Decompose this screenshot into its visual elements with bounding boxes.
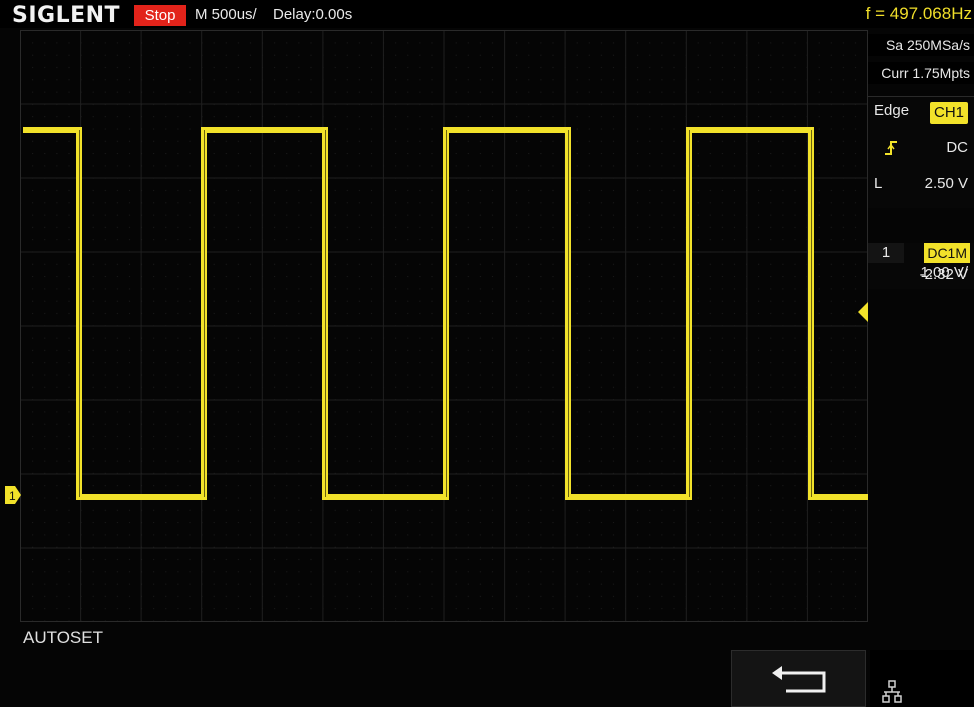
- brand-logo: SIGLENT: [12, 3, 121, 28]
- channel1-offset-row: -2.32 V: [868, 266, 974, 308]
- sample-rate-readout: Sa 250MSa/s: [868, 34, 974, 56]
- status-bar: SIGLENT Stop M 500us/ Delay:0.00s f = 49…: [0, 0, 974, 28]
- status-message: AUTOSET: [23, 628, 103, 647]
- trigger-level-label: L: [874, 175, 883, 192]
- network-status: [870, 650, 974, 707]
- trigger-level-marker-icon[interactable]: [858, 302, 868, 322]
- waveform-display: [20, 30, 868, 622]
- timebase-readout[interactable]: M 500us/: [195, 6, 257, 23]
- trigger-type: Edge: [874, 102, 910, 119]
- trigger-coupling: DC: [946, 139, 968, 156]
- rising-edge-icon: [885, 141, 897, 155]
- frequency-counter: f = 497.068Hz: [865, 4, 972, 23]
- delay-readout[interactable]: Delay:0.00s: [273, 6, 352, 23]
- trigger-source-badge: CH1: [929, 102, 968, 124]
- channel1-coupling-badge: DC1M: [924, 243, 970, 263]
- channel1-offset: -2.32 V: [919, 266, 968, 283]
- trigger-panel[interactable]: Edge CH1 DC L 2.50 V: [868, 96, 974, 208]
- run-stop-indicator[interactable]: Stop: [134, 5, 186, 26]
- channel1-ground-marker-icon[interactable]: 1: [5, 486, 21, 504]
- trigger-level-value: 2.50 V: [924, 175, 968, 192]
- svg-text:1: 1: [9, 489, 16, 503]
- network-icon: [882, 680, 902, 703]
- memory-depth-readout: Curr 1.75Mpts: [868, 62, 974, 84]
- back-button[interactable]: [731, 650, 866, 707]
- channel1-number: 1: [868, 243, 904, 263]
- return-arrow-icon: [772, 666, 826, 693]
